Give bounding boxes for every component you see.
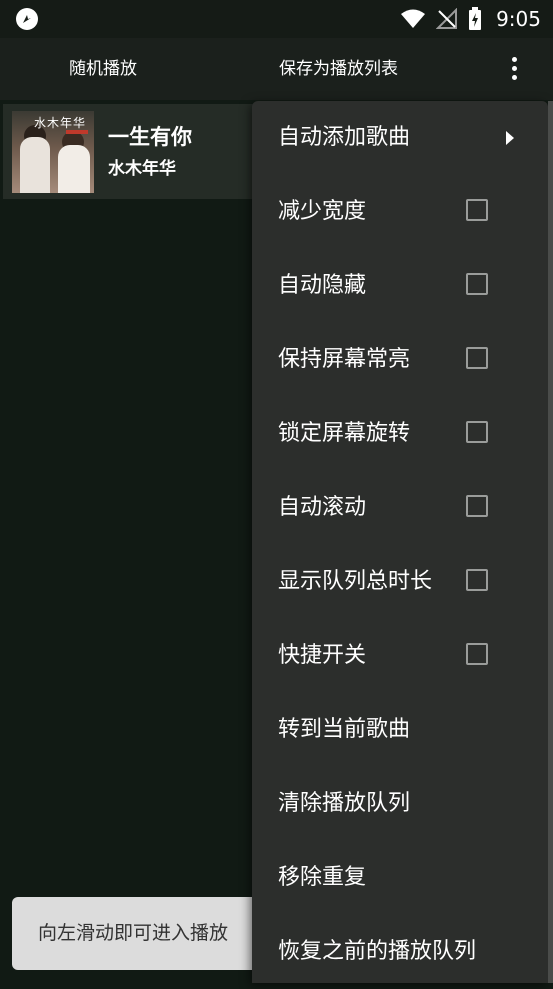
menu-item-label: 快捷开关 [278, 643, 367, 668]
checkbox[interactable] [466, 347, 488, 369]
menu-item-auto-hide[interactable]: 自动隐藏 [252, 249, 548, 323]
menu-item-label: 自动添加歌曲 [278, 125, 411, 150]
album-art-text: 水木年华 [34, 116, 87, 130]
menu-item-label: 锁定屏幕旋转 [278, 421, 411, 446]
status-bar: 9:05 [0, 0, 553, 38]
checkbox[interactable] [466, 495, 488, 517]
app-notification-icon [16, 8, 38, 30]
overflow-menu: 自动添加歌曲 减少宽度 自动隐藏 保持屏幕常亮 锁定屏幕旋转 自动滚动 显示队列… [252, 101, 548, 983]
menu-item-label: 保持屏幕常亮 [278, 347, 411, 372]
menu-item-restore-previous-queue[interactable]: 恢复之前的播放队列 [252, 915, 548, 989]
song-title: 一生有你 [108, 125, 192, 149]
menu-item-keep-screen-on[interactable]: 保持屏幕常亮 [252, 323, 548, 397]
save-as-playlist-button[interactable]: 保存为播放列表 [279, 38, 398, 100]
menu-item-quick-toggle[interactable]: 快捷开关 [252, 619, 548, 693]
menu-item-auto-scroll[interactable]: 自动滚动 [252, 471, 548, 545]
clock: 9:05 [496, 7, 541, 31]
album-art: 水木年华 [12, 111, 94, 193]
menu-item-lock-rotation[interactable]: 锁定屏幕旋转 [252, 397, 548, 471]
menu-item-go-to-current-song[interactable]: 转到当前歌曲 [252, 693, 548, 767]
menu-scrollbar[interactable] [548, 101, 553, 983]
checkbox[interactable] [466, 569, 488, 591]
more-vert-icon[interactable] [502, 51, 526, 87]
menu-item-label: 减少宽度 [278, 199, 367, 224]
wifi-icon [401, 9, 426, 28]
checkbox[interactable] [466, 421, 488, 443]
menu-item-label: 移除重复 [278, 865, 367, 890]
submenu-arrow-icon [506, 131, 514, 145]
menu-item-auto-add-songs[interactable]: 自动添加歌曲 [252, 101, 548, 175]
menu-item-clear-queue[interactable]: 清除播放队列 [252, 767, 548, 841]
checkbox[interactable] [466, 199, 488, 221]
menu-item-remove-duplicates[interactable]: 移除重复 [252, 841, 548, 915]
menu-item-label: 恢复之前的播放队列 [278, 939, 477, 964]
menu-item-label: 显示队列总时长 [278, 569, 433, 594]
battery-charging-icon [469, 7, 482, 30]
no-signal-icon [436, 8, 458, 29]
status-icons: 9:05 [400, 0, 541, 38]
menu-item-reduce-width[interactable]: 减少宽度 [252, 175, 548, 249]
menu-item-label: 自动滚动 [278, 495, 367, 520]
shuffle-button[interactable]: 随机播放 [69, 38, 137, 100]
menu-item-label: 转到当前歌曲 [278, 717, 411, 742]
toolbar: 随机播放 保存为播放列表 [0, 38, 553, 100]
checkbox[interactable] [466, 643, 488, 665]
menu-item-show-queue-duration[interactable]: 显示队列总时长 [252, 545, 548, 619]
song-artist: 水木年华 [108, 159, 176, 179]
menu-item-label: 自动隐藏 [278, 273, 367, 298]
checkbox[interactable] [466, 273, 488, 295]
menu-item-label: 清除播放队列 [278, 791, 411, 816]
queue-item[interactable]: 水木年华 一生有你 水木年华 [3, 104, 263, 199]
